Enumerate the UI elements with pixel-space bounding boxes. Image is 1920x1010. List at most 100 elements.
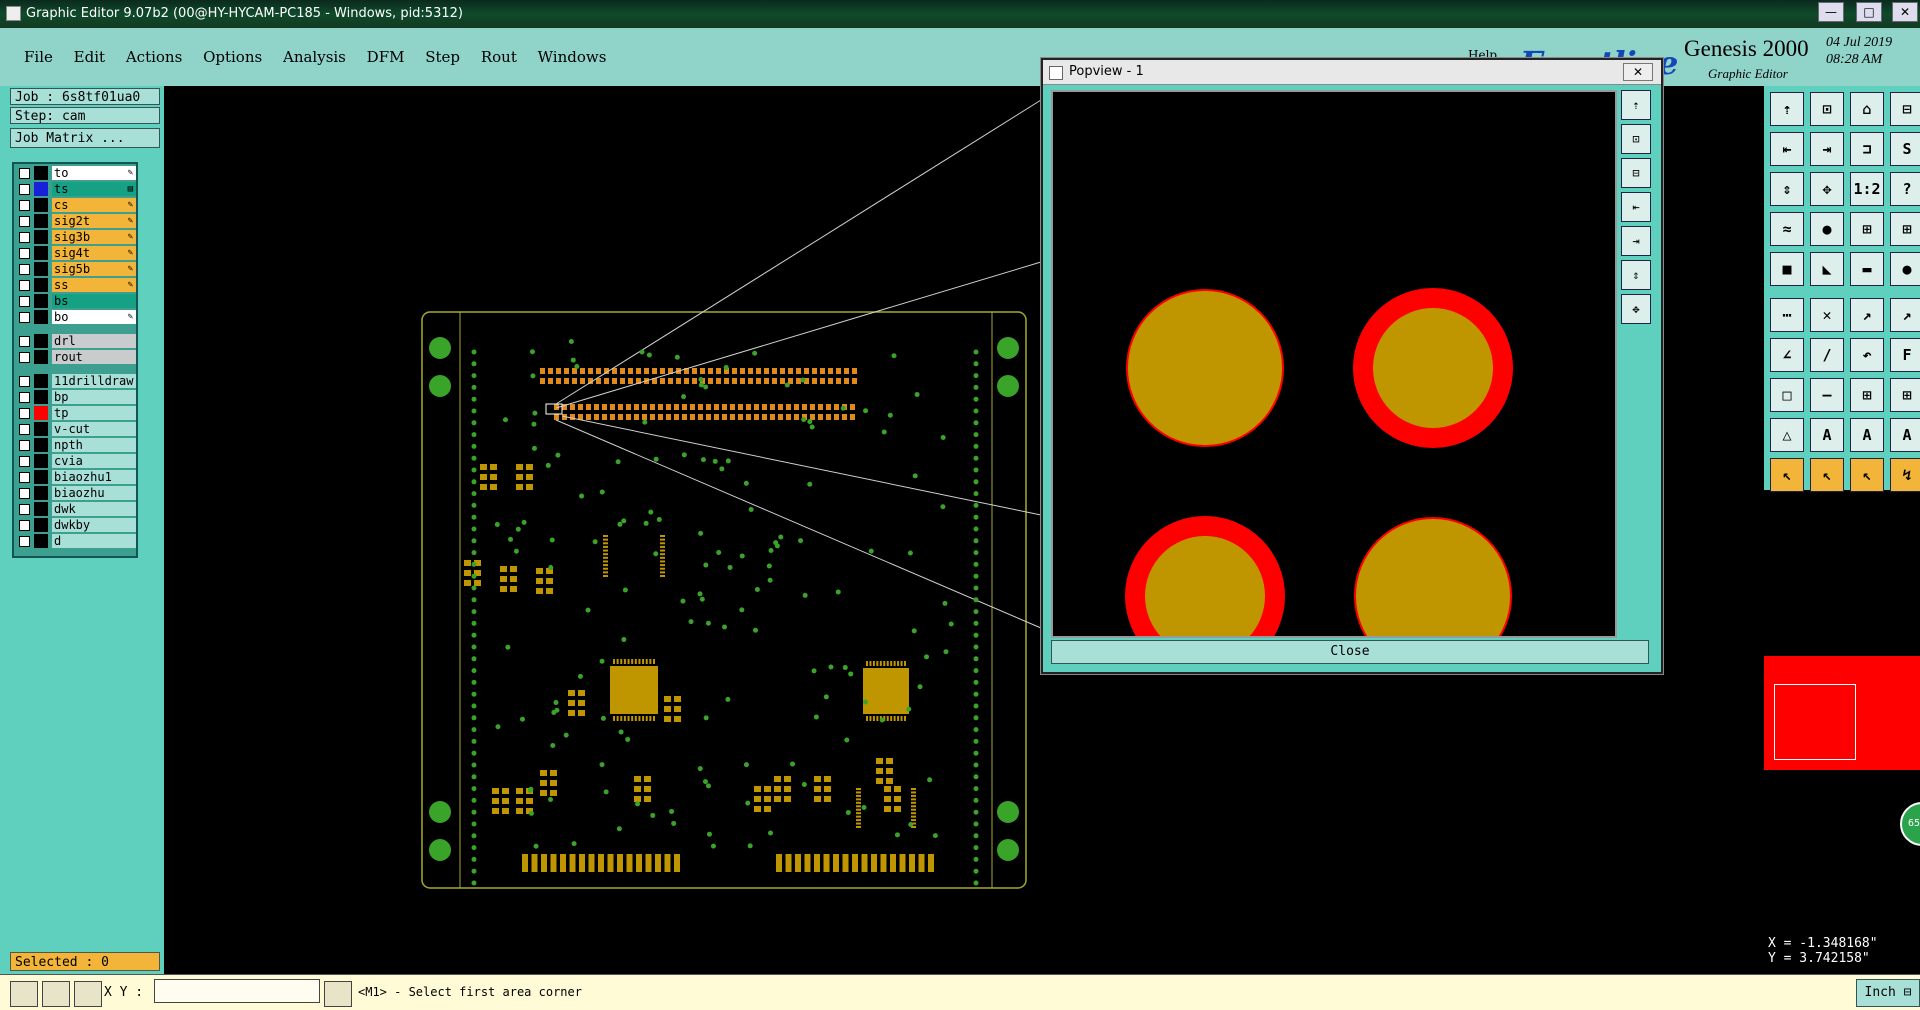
units-selector[interactable]: Inch ⊟ <box>1856 979 1920 1007</box>
layer-row[interactable]: v-cut <box>16 422 136 436</box>
layer-row[interactable]: tp <box>16 406 136 420</box>
layer-name[interactable]: dwkby <box>52 518 136 532</box>
minimize-button[interactable]: — <box>1818 2 1844 22</box>
layer-name[interactable]: tp <box>52 406 136 420</box>
layer-color-swatch[interactable] <box>34 262 48 276</box>
tool-button[interactable]: ↖ <box>1810 458 1844 492</box>
layer-row[interactable]: cvia <box>16 454 136 468</box>
layer-name[interactable]: drl <box>52 334 136 348</box>
layer-name[interactable]: ss ✎ <box>52 278 136 292</box>
tool-button[interactable]: ◣ <box>1810 252 1844 286</box>
tool-button[interactable]: ↗ <box>1850 298 1884 332</box>
tool-button[interactable]: ▬ <box>1850 252 1884 286</box>
tool-button[interactable]: ■ <box>1770 252 1804 286</box>
tool-button[interactable]: ⊡ <box>1810 92 1844 126</box>
layer-row[interactable]: 11drilldraw <box>16 374 136 388</box>
layer-checkbox[interactable] <box>19 504 30 515</box>
tool-button[interactable]: ⇡ <box>1770 92 1804 126</box>
layer-color-swatch[interactable] <box>34 470 48 484</box>
layer-row[interactable]: bp <box>16 390 136 404</box>
tool-button[interactable]: ⊐ <box>1850 132 1884 166</box>
layer-checkbox[interactable] <box>19 184 30 195</box>
tool-button[interactable]: ? <box>1890 172 1920 206</box>
tool-button[interactable]: A <box>1850 418 1884 452</box>
layer-color-swatch[interactable] <box>34 166 48 180</box>
layer-checkbox[interactable] <box>19 376 30 387</box>
tool-button[interactable]: ↶ <box>1850 338 1884 372</box>
layer-row[interactable]: sig3b ✎ <box>16 230 136 244</box>
layer-row[interactable]: biaozhu1 <box>16 470 136 484</box>
tool-button[interactable]: F <box>1890 338 1920 372</box>
popview-close-button[interactable]: Close <box>1051 640 1649 664</box>
layer-color-swatch[interactable] <box>34 350 48 364</box>
layer-color-swatch[interactable] <box>34 310 48 324</box>
tool-button[interactable]: ∠ <box>1770 338 1804 372</box>
layer-row[interactable]: ss ✎ <box>16 278 136 292</box>
layer-color-swatch[interactable] <box>34 294 48 308</box>
job-matrix-button[interactable]: Job Matrix ... <box>10 128 160 148</box>
layer-checkbox[interactable] <box>19 488 30 499</box>
xy-input[interactable] <box>154 979 320 1003</box>
menu-dfm[interactable]: DFM <box>367 48 405 66</box>
layer-color-swatch[interactable] <box>34 214 48 228</box>
tool-button[interactable]: ⇕ <box>1770 172 1804 206</box>
tool-button[interactable]: — <box>1810 378 1844 412</box>
layer-name[interactable]: sig5b ✎ <box>52 262 136 276</box>
tool-button[interactable]: ● <box>1810 212 1844 246</box>
layer-name[interactable]: bs <box>52 294 136 308</box>
layer-row[interactable]: to ✎ <box>16 166 136 180</box>
layer-name[interactable]: npth <box>52 438 136 452</box>
menu-options[interactable]: Options <box>203 48 262 66</box>
layer-name[interactable]: dwk <box>52 502 136 516</box>
popview-tool-3[interactable]: ⊟ <box>1621 158 1651 188</box>
layer-color-swatch[interactable] <box>34 334 48 348</box>
layer-name[interactable]: to ✎ <box>52 166 136 180</box>
layer-name[interactable]: sig4t ✎ <box>52 246 136 260</box>
tool-button[interactable]: ⊞ <box>1890 212 1920 246</box>
layer-color-swatch[interactable] <box>34 438 48 452</box>
layer-name[interactable]: d <box>52 534 136 548</box>
tool-button[interactable]: ⇤ <box>1770 132 1804 166</box>
layer-name[interactable]: bp <box>52 390 136 404</box>
layer-checkbox[interactable] <box>19 280 30 291</box>
layer-row[interactable]: sig2t ✎ <box>16 214 136 228</box>
layer-color-swatch[interactable] <box>34 182 48 196</box>
layer-color-swatch[interactable] <box>34 518 48 532</box>
tool-button[interactable]: ≈ <box>1770 212 1804 246</box>
maximize-button[interactable]: □ <box>1856 2 1882 22</box>
layer-color-swatch[interactable] <box>34 422 48 436</box>
layer-color-swatch[interactable] <box>34 486 48 500</box>
tool-button[interactable]: ⇥ <box>1810 132 1844 166</box>
tool-button[interactable]: ⊞ <box>1850 212 1884 246</box>
tool-button[interactable]: A <box>1890 418 1920 452</box>
layer-color-swatch[interactable] <box>34 278 48 292</box>
layer-checkbox[interactable] <box>19 264 30 275</box>
grid-icon[interactable] <box>74 981 102 1007</box>
layer-row[interactable]: d <box>16 534 136 548</box>
layer-checkbox[interactable] <box>19 536 30 547</box>
layer-name[interactable]: biaozhu1 <box>52 470 136 484</box>
popview-tool-4[interactable]: ⇤ <box>1621 192 1651 222</box>
layer-checkbox[interactable] <box>19 232 30 243</box>
tool-button[interactable]: ⊟ <box>1890 92 1920 126</box>
popview-tool-5[interactable]: ⇥ <box>1621 226 1651 256</box>
layer-name[interactable]: sig2t ✎ <box>52 214 136 228</box>
snap-icon[interactable] <box>10 981 38 1007</box>
layer-name[interactable]: biaozhu <box>52 486 136 500</box>
tool-button[interactable]: ⊞ <box>1890 378 1920 412</box>
menu-windows[interactable]: Windows <box>538 48 607 66</box>
measure-icon[interactable] <box>42 981 70 1007</box>
layer-color-swatch[interactable] <box>34 534 48 548</box>
menu-edit[interactable]: Edit <box>74 48 105 66</box>
tool-button[interactable]: ✥ <box>1810 172 1844 206</box>
layer-row[interactable]: sig5b ✎ <box>16 262 136 276</box>
popview-canvas[interactable] <box>1051 90 1617 638</box>
layer-color-swatch[interactable] <box>34 230 48 244</box>
layer-row[interactable]: npth <box>16 438 136 452</box>
layer-checkbox[interactable] <box>19 248 30 259</box>
layer-row[interactable]: ts ▤ <box>16 182 136 196</box>
layer-checkbox[interactable] <box>19 296 30 307</box>
layer-row[interactable]: cs ✎ <box>16 198 136 212</box>
tool-button[interactable]: ⋯ <box>1770 298 1804 332</box>
menu-analysis[interactable]: Analysis <box>283 48 346 66</box>
